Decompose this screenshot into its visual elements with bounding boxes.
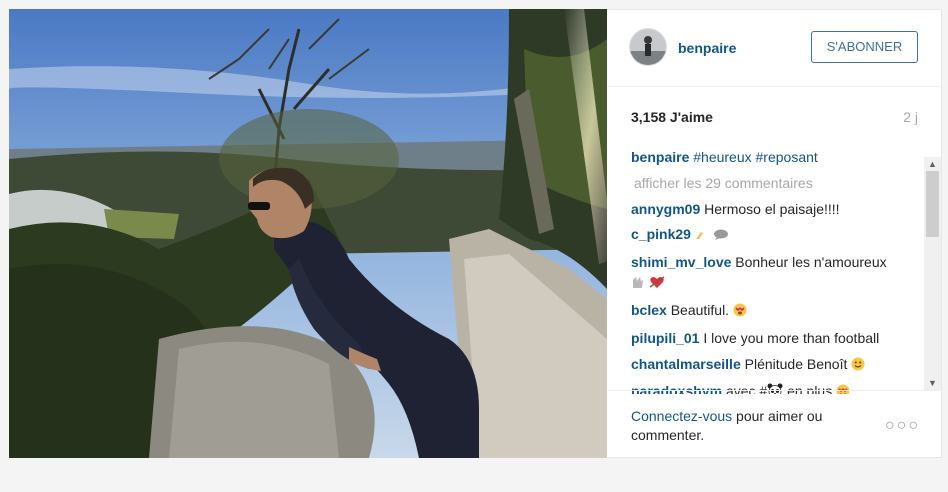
post-time: 2 j: [903, 109, 918, 125]
hands-icon: [631, 274, 645, 294]
comment-username[interactable]: c_pink29: [631, 226, 691, 242]
view-all-comments-label[interactable]: afficher les 29 commentaires: [634, 175, 813, 191]
post-footer: Connectez-vous pour aimer ou commenter. …: [608, 390, 942, 459]
comment-text: Bonheur les n'amoureux: [735, 254, 887, 271]
more-options-icon[interactable]: ○○○: [885, 417, 920, 435]
caption: benpaire #heureux #reposant: [631, 147, 921, 167]
comment-username[interactable]: annygm09: [631, 201, 700, 217]
comment-username[interactable]: bclex: [631, 302, 667, 318]
follow-button[interactable]: S'ABONNER: [811, 31, 918, 63]
comment-item: bclex Beautiful.: [631, 300, 921, 322]
speech-bubble-icon: [713, 226, 729, 246]
comment-text: Plénitude Benoît: [744, 355, 848, 372]
header-username[interactable]: benpaire: [678, 40, 736, 56]
comment-text: Hermoso el paisaje!!!!: [704, 200, 840, 217]
comment-item: c_pink29: [631, 224, 921, 246]
avatar[interactable]: [629, 28, 667, 66]
comment-username[interactable]: pilupili_01: [631, 330, 699, 346]
comments-scrollbar[interactable]: ▲ ▼: [924, 157, 941, 390]
comment-username[interactable]: shimi_mv_love: [631, 254, 731, 270]
post-sidebar: benpaire S'ABONNER 3,158 J'aime 2 j benp…: [608, 9, 942, 458]
scrollbar-thumb[interactable]: [926, 171, 939, 237]
heart-eyes-emoji-icon: [733, 302, 747, 322]
heart-arrow-icon: [649, 274, 665, 294]
caption-username[interactable]: benpaire: [631, 149, 689, 165]
clapping-hands-icon: [695, 226, 709, 246]
login-link[interactable]: Connectez-vous: [631, 408, 732, 424]
comment-item: shimi_mv_love Bonheur les n'amoureux: [631, 252, 921, 294]
comment-text: I love you more than football: [703, 329, 880, 346]
likes-count[interactable]: 3,158 J'aime: [631, 109, 713, 125]
view-all-comments[interactable]: afficher les 29 commentaires: [631, 173, 921, 193]
comment-text: Beautiful.: [670, 301, 730, 318]
post-header: benpaire S'ABONNER: [608, 9, 942, 87]
login-prompt: Connectez-vous pour aimer ou commenter.: [631, 407, 871, 445]
post-photo[interactable]: [9, 9, 607, 458]
comment-item: chantalmarseille Plénitude Benoît: [631, 354, 921, 376]
comment-item: annygm09 Hermoso el paisaje!!!!: [631, 199, 921, 219]
scroll-down-arrow-icon[interactable]: ▼: [924, 376, 941, 390]
scroll-up-arrow-icon[interactable]: ▲: [924, 157, 941, 171]
comment-username[interactable]: chantalmarseille: [631, 356, 741, 372]
comments-list: benpaire #heureux #reposant afficher les…: [631, 147, 921, 394]
caption-tags[interactable]: #heureux #reposant: [693, 149, 818, 165]
comment-item: pilupili_01 I love you more than footbal…: [631, 328, 921, 348]
smile-emoji-icon: [851, 356, 865, 376]
